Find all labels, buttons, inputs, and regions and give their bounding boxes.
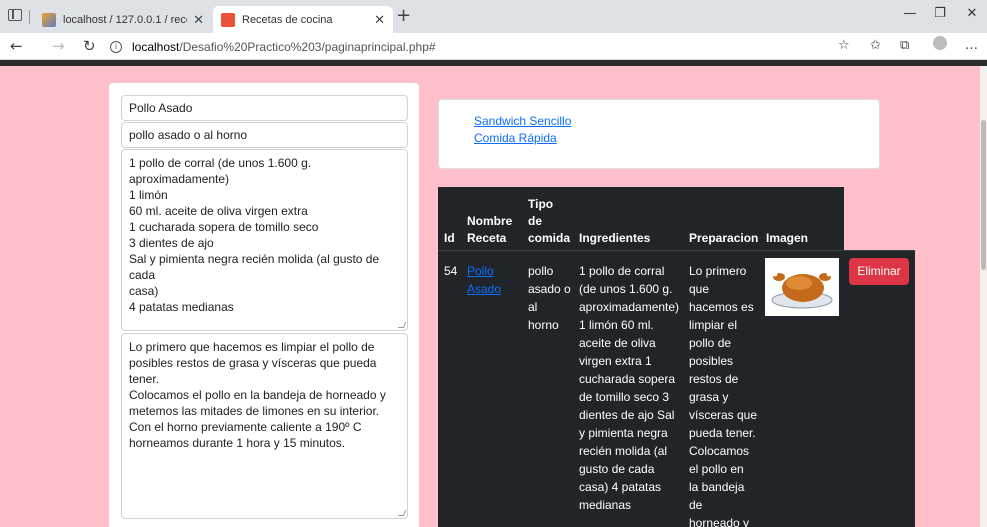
sidebar-icon[interactable] xyxy=(8,9,22,21)
header-type: Tipo de comida xyxy=(528,197,571,245)
new-tab-button[interactable]: + xyxy=(396,5,411,26)
phpmyadmin-icon xyxy=(42,12,56,27)
recipe-image xyxy=(765,258,839,316)
ingredients-text: 1 pollo de corral (de unos 1.600 g. apro… xyxy=(129,156,380,314)
link-sandwich-sencillo[interactable]: Sandwich Sencillo xyxy=(474,114,571,128)
preparation-text: Lo primero que hacemos es limpiar el pol… xyxy=(129,340,386,450)
cell-name: Pollo Asado xyxy=(467,262,501,298)
header-name: Nombre Receta xyxy=(467,214,513,245)
cell-type: pollo asado o al horno xyxy=(528,264,571,332)
header-id: Id xyxy=(444,231,455,245)
refresh-icon[interactable]: ↻ xyxy=(83,37,96,55)
recipe-link[interactable]: Pollo Asado xyxy=(467,264,501,296)
address-bar: ← → ↻ i localhost/Desafio%20Practico%203… xyxy=(0,33,987,60)
recipe-icon xyxy=(221,12,235,27)
divider xyxy=(29,10,30,24)
category-links-card: Sandwich Sencillo Comida Rápida xyxy=(438,99,880,169)
url-field[interactable]: i localhost/Desafio%20Practico%203/pagin… xyxy=(110,37,436,57)
back-icon[interactable]: ← xyxy=(10,37,23,55)
cell-id: 54 xyxy=(444,264,458,278)
tab-title: Recetas de cocina xyxy=(242,13,333,26)
url-host: localhost xyxy=(132,40,180,54)
food-type-input[interactable]: pollo asado o al horno xyxy=(121,122,408,148)
minimize-button[interactable]: — xyxy=(895,6,925,21)
favorites-icon[interactable]: ✩ xyxy=(870,38,881,53)
scrollbar-thumb[interactable] xyxy=(981,120,986,270)
roast-chicken-icon xyxy=(771,271,833,309)
tab-phpmyadmin[interactable]: localhost / 127.0.0.1 / recetas_co ✕ xyxy=(34,6,212,33)
info-icon[interactable]: i xyxy=(110,41,122,53)
close-tab-icon[interactable]: ✕ xyxy=(374,12,385,28)
read-aloud-icon[interactable]: ☆ xyxy=(838,38,850,53)
row-divider xyxy=(438,250,915,251)
recipes-table-extension xyxy=(844,251,915,527)
forward-icon[interactable]: → xyxy=(52,37,65,55)
cell-ingredients: 1 pollo de corral (de unos 1.600 g. apro… xyxy=(579,264,680,512)
tab-recetas[interactable]: Recetas de cocina ✕ xyxy=(213,6,393,33)
close-window-button[interactable]: ✕ xyxy=(957,6,987,21)
delete-button[interactable]: Eliminar xyxy=(849,258,909,285)
maximize-button[interactable]: ❐ xyxy=(925,6,955,21)
collections-icon[interactable]: ⧉ xyxy=(900,38,909,53)
url-path: /Desafio%20Practico%203/paginaprincipal.… xyxy=(179,40,436,54)
recipe-name-input[interactable]: Pollo Asado xyxy=(121,95,408,121)
navbar-strip xyxy=(0,60,987,66)
header-preparation: Preparacion xyxy=(689,231,759,245)
resize-handle-icon[interactable] xyxy=(397,510,407,516)
cell-preparation: Lo primero que hacemos es limpiar el pol… xyxy=(689,264,758,527)
close-tab-icon[interactable]: ✕ xyxy=(193,12,204,28)
recipe-form: Pollo Asado pollo asado o al horno 1 pol… xyxy=(109,83,419,527)
header-ingredients: Ingredientes xyxy=(579,231,651,245)
preparation-textarea[interactable]: Lo primero que hacemos es limpiar el pol… xyxy=(121,333,408,519)
resize-handle-icon[interactable] xyxy=(397,322,407,328)
header-image: Imagen xyxy=(766,231,809,245)
profile-icon[interactable] xyxy=(933,36,947,50)
link-comida-rapida[interactable]: Comida Rápida xyxy=(474,131,557,145)
tab-title: localhost / 127.0.0.1 / recetas_co xyxy=(63,13,187,26)
tab-bar: localhost / 127.0.0.1 / recetas_co ✕ Rec… xyxy=(0,0,987,33)
more-icon[interactable]: … xyxy=(965,38,978,53)
ingredients-textarea[interactable]: 1 pollo de corral (de unos 1.600 g. apro… xyxy=(121,149,408,331)
